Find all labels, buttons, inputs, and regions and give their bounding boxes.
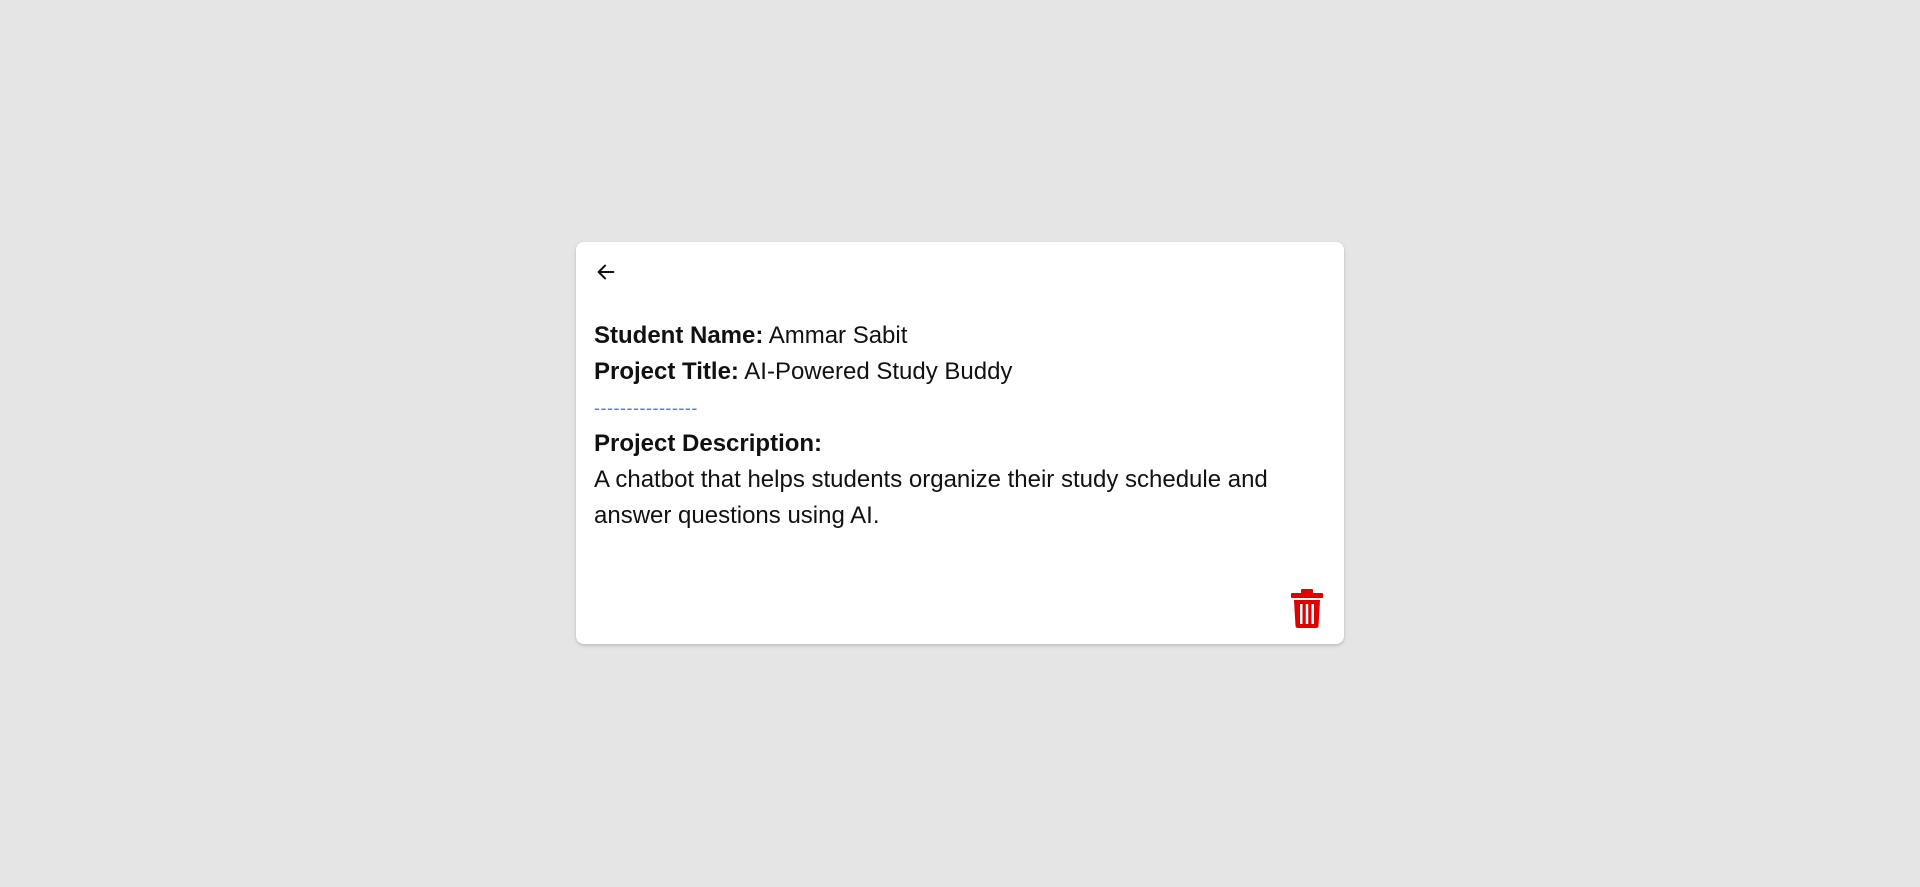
project-description-label: Project Description: — [594, 430, 823, 457]
project-title-value: AI-Powered Study Buddy — [744, 358, 1013, 385]
delete-button[interactable] — [1290, 588, 1324, 628]
arrow-left-icon — [597, 264, 615, 280]
trash-icon — [1291, 589, 1323, 628]
project-description-text: A chatbot that helps students organize t… — [594, 466, 1268, 529]
project-title-label: Project Title: — [594, 358, 739, 385]
divider: ---------------- — [594, 398, 698, 418]
student-name-value: Ammar Sabit — [768, 322, 908, 349]
project-detail-card: Student Name: Ammar Sabit Project Title:… — [576, 242, 1344, 644]
project-title-row: Project Title: AI-Powered Study Buddy — [594, 354, 1294, 390]
student-name-row: Student Name: Ammar Sabit — [594, 318, 1294, 354]
student-name-label: Student Name: — [594, 322, 764, 349]
project-description-row: Project Description: — [594, 426, 1294, 462]
back-button[interactable] — [594, 260, 618, 284]
project-details: Student Name: Ammar Sabit Project Title:… — [594, 318, 1294, 534]
